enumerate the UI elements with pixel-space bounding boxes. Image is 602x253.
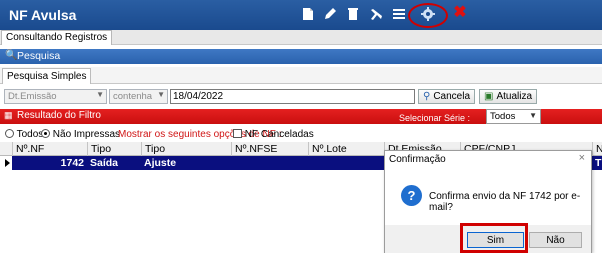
tab-strip: Consultando Registros xyxy=(0,30,602,45)
radio-nao-impressas[interactable]: Não Impressas xyxy=(41,129,120,140)
grid-icon: ▦ xyxy=(4,110,13,120)
new-document-icon[interactable] xyxy=(300,6,316,22)
cancel-button[interactable]: ⚲ Cancela xyxy=(418,89,475,104)
dialog-title: Confirmação xyxy=(389,154,446,165)
annotation-highlight-box xyxy=(460,223,528,253)
cell-n: T xyxy=(595,157,602,169)
chevron-down-icon: ▼ xyxy=(96,90,104,99)
binoculars-icon: ⚲ xyxy=(422,91,431,102)
results-section-header: ▦ Resultado do Filtro Selecionar Série :… xyxy=(0,109,602,124)
title-bar: NF Avulsa ✖ xyxy=(0,0,602,30)
results-title: Resultado do Filtro xyxy=(17,110,101,121)
column-header-tipo[interactable]: Tipo xyxy=(87,142,141,156)
radio-nao-impressas-circle[interactable] xyxy=(41,129,50,138)
chevron-down-icon: ▼ xyxy=(157,90,165,99)
search-section-title: Pesquisa xyxy=(17,50,61,62)
nf-filter-row: Todos Não Impressas Mostrar os seguintes… xyxy=(0,127,602,141)
operator-select[interactable]: contenha ▼ xyxy=(109,89,168,104)
tools-icon[interactable] xyxy=(368,6,384,22)
refresh-icon: ▣ xyxy=(483,91,494,102)
close-icon[interactable]: × xyxy=(579,152,585,164)
search-section-header: 🔍 Pesquisa xyxy=(0,49,602,64)
tab-consultando-registros[interactable]: Consultando Registros xyxy=(1,30,113,45)
cell-nf: 1742 xyxy=(60,157,84,169)
cell-tipo-2: Ajuste xyxy=(144,157,177,169)
menu-lines-icon[interactable] xyxy=(391,6,407,22)
update-button[interactable]: ▣ Atualiza xyxy=(479,89,537,104)
chevron-down-icon: ▼ xyxy=(529,111,537,120)
column-header-tipo-2[interactable]: Tipo xyxy=(141,142,231,156)
search-value-input[interactable]: 18/04/2022 xyxy=(170,89,415,104)
no-button[interactable]: Não xyxy=(529,232,582,248)
serie-select-value: Todos xyxy=(490,111,516,122)
column-header-nfse[interactable]: Nº.NFSE xyxy=(231,142,308,156)
column-header-lote[interactable]: Nº.Lote xyxy=(308,142,384,156)
checkbox-canceladas[interactable]: NF Canceladas xyxy=(233,129,314,140)
checkbox-canceladas-label: NF Canceladas xyxy=(244,129,314,140)
edit-pencil-icon[interactable] xyxy=(322,6,338,22)
close-x-icon[interactable]: ✖ xyxy=(452,4,468,21)
operator-select-value: contenha xyxy=(113,91,153,102)
radio-todos-label: Todos xyxy=(16,129,44,140)
row-indicator-icon xyxy=(5,159,10,167)
checkbox-canceladas-box[interactable] xyxy=(233,129,242,138)
cell-tipo: Saída xyxy=(90,157,119,169)
dialog-message: Confirma envio da NF 1742 por e-mail? xyxy=(429,191,581,213)
radio-todos[interactable]: Todos xyxy=(5,129,43,140)
annotation-circle xyxy=(408,3,448,28)
field-select-value: Dt.Emissão xyxy=(8,91,57,102)
update-button-label: Atualiza xyxy=(496,91,533,102)
radio-nao-impressas-label: Não Impressas xyxy=(52,129,121,140)
column-header-nf[interactable]: Nº.NF xyxy=(12,142,87,156)
cell-lote xyxy=(308,156,384,170)
app-title: NF Avulsa xyxy=(9,7,77,23)
serie-select[interactable]: Todos ▼ xyxy=(486,109,541,124)
question-icon: ? xyxy=(401,185,422,206)
magnifier-icon: 🔍 xyxy=(5,50,18,61)
delete-trash-icon[interactable] xyxy=(345,6,361,22)
column-header-n[interactable]: N xyxy=(592,142,602,156)
tab-pesquisa-simples[interactable]: Pesquisa Simples xyxy=(2,68,92,84)
cancel-button-label: Cancela xyxy=(433,91,471,102)
field-select[interactable]: Dt.Emissão ▼ xyxy=(4,89,107,104)
radio-todos-circle[interactable] xyxy=(5,129,14,138)
serie-label: Selecionar Série : xyxy=(399,113,471,123)
search-value-text: 18/04/2022 xyxy=(173,91,224,102)
cell-nfse xyxy=(231,156,308,170)
search-subtabs: Pesquisa Simples xyxy=(0,67,602,84)
